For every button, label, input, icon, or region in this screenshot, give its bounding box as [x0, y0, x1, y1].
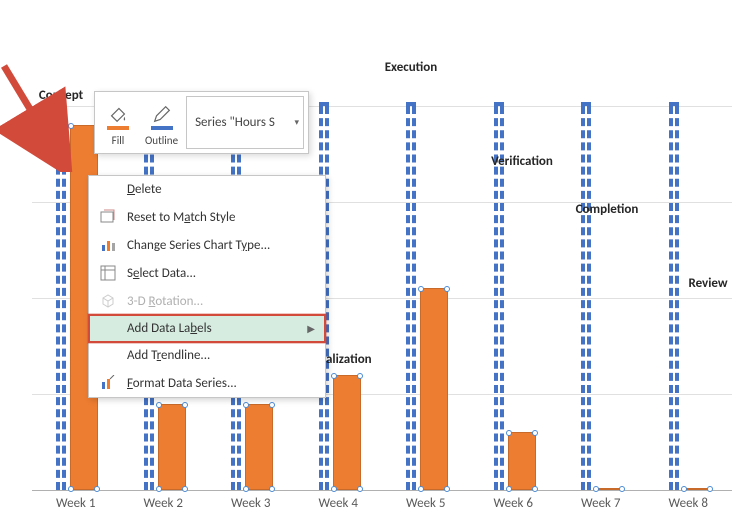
format-icon — [97, 375, 119, 391]
bar-budget[interactable] — [406, 106, 416, 490]
bar-spent[interactable] — [158, 404, 186, 490]
series-selector-text: Series "Hours S — [195, 115, 275, 130]
paint-bucket-icon — [107, 98, 129, 134]
menu-delete[interactable]: Delete — [89, 176, 325, 203]
context-menu: Delete Reset to Match Style Change Serie… — [88, 175, 326, 398]
x-tick-label: Week 1 — [32, 490, 120, 511]
menu-reset-label: Reset to Match Style — [127, 210, 315, 225]
data-label-review[interactable]: Review — [648, 276, 752, 291]
bar-budget[interactable] — [581, 106, 591, 490]
menu-add-trendline[interactable]: Add Trendline... — [89, 342, 325, 369]
bar-spent[interactable] — [333, 375, 361, 490]
bar-spent[interactable] — [508, 432, 536, 490]
data-label-completion[interactable]: Completion — [547, 202, 667, 217]
menu-trendline-label: Add Trendline... — [127, 348, 315, 363]
cube-icon — [97, 293, 119, 309]
bar-spent[interactable] — [245, 404, 273, 490]
bar-spent[interactable] — [420, 288, 448, 490]
data-label-verification[interactable]: Verification — [462, 154, 582, 169]
x-tick-label: Week 5 — [382, 490, 470, 511]
menu-delete-label: Delete — [127, 182, 315, 197]
menu-change-chart-type[interactable]: Change Series Chart Type... — [89, 231, 325, 259]
menu-add-data-labels[interactable]: Add Data Labels ▶ — [89, 315, 325, 342]
pen-icon — [151, 98, 173, 134]
chevron-down-icon: ▾ — [295, 117, 300, 128]
x-tick-label: Week 7 — [557, 490, 645, 511]
bar-budget[interactable] — [56, 106, 66, 490]
menu-select-data-label: Select Data... — [127, 266, 315, 281]
fill-button[interactable]: Fill — [99, 96, 137, 149]
menu-reset[interactable]: Reset to Match Style — [89, 203, 325, 231]
submenu-arrow-icon: ▶ — [307, 322, 315, 335]
menu-3d-label: 3-D Rotation... — [127, 294, 315, 309]
menu-change-type-label: Change Series Chart Type... — [127, 238, 315, 253]
mini-toolbar: Fill Outline Series "Hours S ▾ — [94, 91, 309, 154]
x-tick-label: Week 3 — [207, 490, 295, 511]
data-label-execution[interactable]: Execution — [351, 60, 471, 75]
select-data-icon — [97, 265, 119, 281]
chart-type-icon — [97, 237, 119, 253]
x-tick-label: Week 8 — [645, 490, 733, 511]
menu-3d-rotation: 3-D Rotation... — [89, 287, 325, 315]
bar-budget[interactable] — [669, 106, 679, 490]
x-tick-label: Week 2 — [120, 490, 208, 511]
x-tick-label: Week 4 — [295, 490, 383, 511]
x-tick-label: Week 6 — [470, 490, 558, 511]
fill-label: Fill — [112, 134, 125, 147]
reset-icon — [97, 209, 119, 225]
series-selector-dropdown[interactable]: Series "Hours S ▾ — [186, 96, 304, 149]
menu-format-series[interactable]: Format Data Series... — [89, 369, 325, 397]
menu-format-label: Format Data Series... — [127, 376, 315, 391]
menu-select-data[interactable]: Select Data... — [89, 259, 325, 287]
outline-label: Outline — [145, 134, 178, 147]
menu-add-labels-label: Add Data Labels — [127, 321, 307, 336]
outline-button[interactable]: Outline — [139, 96, 184, 149]
